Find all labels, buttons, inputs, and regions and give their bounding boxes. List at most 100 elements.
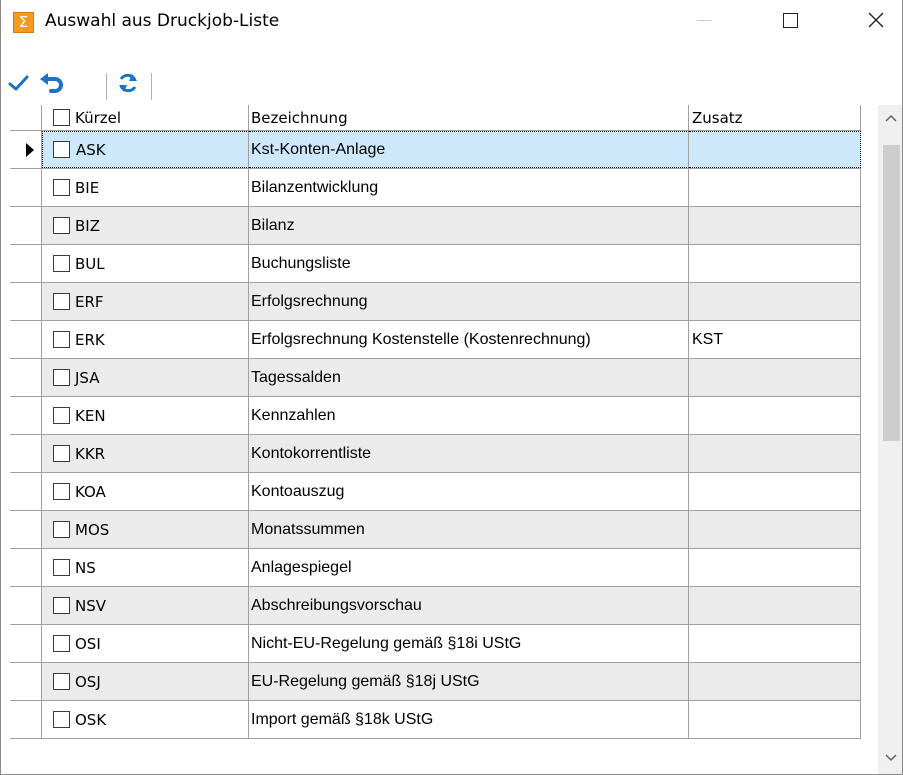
row-indicator-cell[interactable] (10, 359, 42, 396)
cell-extra[interactable] (689, 511, 861, 548)
cell-code[interactable]: BIE (42, 169, 249, 206)
cell-extra[interactable]: KST (689, 321, 861, 358)
cell-extra[interactable] (689, 663, 861, 700)
cell-extra[interactable] (689, 283, 861, 320)
refresh-button[interactable] (113, 67, 143, 99)
row-indicator-cell[interactable] (10, 169, 42, 206)
cell-extra[interactable] (689, 625, 861, 662)
row-indicator-cell[interactable] (10, 663, 42, 700)
minimize-button[interactable] (681, 0, 727, 40)
cell-extra[interactable] (689, 701, 861, 738)
table-row[interactable]: JSA Tagessalden (10, 359, 861, 397)
cell-extra[interactable] (689, 245, 861, 282)
cell-description[interactable]: Anlagespiegel (249, 549, 689, 586)
cell-extra[interactable] (689, 169, 861, 206)
scroll-down-button[interactable] (878, 745, 902, 771)
minimize-icon (696, 19, 712, 21)
refresh-icon (119, 73, 137, 93)
grid-header: Kürzel Bezeichnung Zusatz (10, 105, 861, 131)
cell-description[interactable]: Import gemäß §18k UStG (249, 701, 689, 738)
row-indicator-cell[interactable] (10, 245, 42, 282)
cell-extra[interactable] (689, 207, 861, 244)
row-indicator-cell[interactable] (10, 549, 42, 586)
cell-code[interactable]: OSI (42, 625, 249, 662)
table-row[interactable]: KOA Kontoauszug (10, 473, 861, 511)
cell-code[interactable]: MOS (42, 511, 249, 548)
chevron-down-icon (884, 754, 897, 762)
column-header-extra[interactable]: Zusatz (689, 105, 861, 130)
cell-description[interactable]: Erfolgsrechnung (249, 283, 689, 320)
cell-extra[interactable] (689, 473, 861, 510)
cell-description[interactable]: Nicht-EU-Regelung gemäß §18i UStG (249, 625, 689, 662)
close-icon (868, 12, 884, 28)
cell-code[interactable]: ASK (42, 131, 249, 168)
cell-description[interactable]: EU-Regelung gemäß §18j UStG (249, 663, 689, 700)
confirm-button[interactable] (3, 67, 33, 99)
undo-button[interactable] (37, 67, 67, 99)
row-indicator-cell[interactable] (10, 473, 42, 510)
row-indicator-cell[interactable] (10, 701, 42, 738)
row-indicator-cell[interactable] (10, 131, 42, 168)
cell-description[interactable]: Monatssummen (249, 511, 689, 548)
row-indicator-cell[interactable] (10, 321, 42, 358)
cell-code[interactable]: NS (42, 549, 249, 586)
maximize-icon (782, 12, 798, 28)
cell-description[interactable]: Bilanz (249, 207, 689, 244)
cell-description[interactable]: Kontokorrentliste (249, 435, 689, 472)
cell-code[interactable]: ERF (42, 283, 249, 320)
table-row[interactable]: KKR Kontokorrentliste (10, 435, 861, 473)
table-row[interactable]: ERK Erfolgsrechnung Kostenstelle (Kostenr… (10, 321, 861, 359)
column-header-description[interactable]: Bezeichnung (249, 105, 689, 130)
table-row[interactable]: BUL Buchungsliste (10, 245, 861, 283)
row-indicator-cell[interactable] (10, 587, 42, 624)
cell-code[interactable]: OSJ (42, 663, 249, 700)
row-indicator-cell[interactable] (10, 207, 42, 244)
cell-code[interactable]: JSA (42, 359, 249, 396)
row-indicator-cell[interactable] (10, 435, 42, 472)
cell-description[interactable]: Abschreibungsvorschau (249, 587, 689, 624)
cell-description[interactable]: Bilanzentwicklung (249, 169, 689, 206)
cell-code[interactable]: KOA (42, 473, 249, 510)
cell-code[interactable]: OSK (42, 701, 249, 738)
cell-code[interactable]: BIZ (42, 207, 249, 244)
cell-extra[interactable] (689, 587, 861, 624)
table-row[interactable]: NS Anlagespiegel (10, 549, 861, 587)
row-indicator-cell[interactable] (10, 625, 42, 662)
cell-code[interactable]: BUL (42, 245, 249, 282)
cell-extra[interactable] (689, 549, 861, 586)
column-header-code[interactable]: Kürzel (42, 105, 249, 130)
row-indicator-cell[interactable] (10, 397, 42, 434)
table-row[interactable]: OSJ EU-Regelung gemäß §18j UStG (10, 663, 861, 701)
cell-description[interactable]: Kst-Konten-Anlage (249, 131, 689, 168)
table-row[interactable]: KEN Kennzahlen (10, 397, 861, 435)
cell-description[interactable]: Tagessalden (249, 359, 689, 396)
table-row[interactable]: NSV Abschreibungsvorschau (10, 587, 861, 625)
cell-code[interactable]: ERK (42, 321, 249, 358)
maximize-button[interactable] (767, 0, 813, 40)
table-row[interactable]: OSI Nicht-EU-Regelung gemäß §18i UStG (10, 625, 861, 663)
row-indicator-cell[interactable] (10, 283, 42, 320)
cell-code[interactable]: KKR (42, 435, 249, 472)
cell-description[interactable]: Kennzahlen (249, 397, 689, 434)
table-row[interactable]: MOS Monatssummen (10, 511, 861, 549)
cell-extra[interactable] (689, 131, 861, 168)
table-row[interactable]: OSK Import gemäß §18k UStG (10, 701, 861, 739)
table-row[interactable]: BIE Bilanzentwicklung (10, 169, 861, 207)
table-row[interactable]: ASK Kst-Konten-Anlage (10, 131, 861, 169)
row-indicator-cell[interactable] (10, 511, 42, 548)
cell-description[interactable]: Kontoauszug (249, 473, 689, 510)
cell-extra[interactable] (689, 397, 861, 434)
cell-extra[interactable] (689, 435, 861, 472)
vertical-scrollbar[interactable] (878, 105, 902, 774)
cell-description[interactable]: Erfolgsrechnung Kostenstelle (Kostenrech… (249, 321, 689, 358)
table-row[interactable]: ERF Erfolgsrechnung (10, 283, 861, 321)
scrollbar-thumb[interactable] (883, 145, 900, 441)
table-row[interactable]: BIZ Bilanz (10, 207, 861, 245)
title-bar[interactable]: Σ Auswahl aus Druckjob-Liste (1, 0, 902, 44)
cell-description[interactable]: Buchungsliste (249, 245, 689, 282)
close-button[interactable] (853, 0, 899, 40)
cell-code[interactable]: NSV (42, 587, 249, 624)
cell-extra[interactable] (689, 359, 861, 396)
scroll-up-button[interactable] (878, 105, 902, 131)
cell-code[interactable]: KEN (42, 397, 249, 434)
